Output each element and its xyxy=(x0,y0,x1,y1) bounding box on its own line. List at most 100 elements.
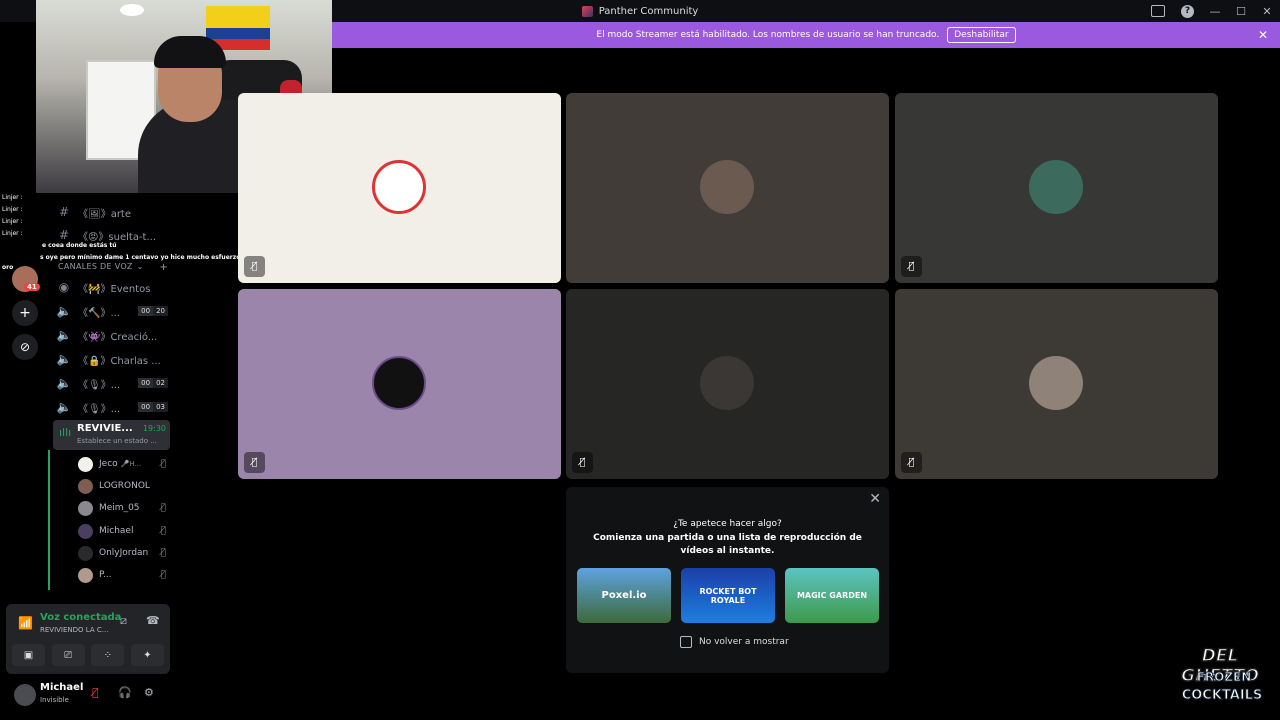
close-window-button[interactable]: ✕ xyxy=(1254,0,1280,22)
avatar xyxy=(78,523,93,539)
avatar xyxy=(1029,160,1083,214)
activity-description: Comienza una partida o una lista de repr… xyxy=(593,533,862,556)
app-root: Panther Community ? — ☐ ✕ El modo Stream… xyxy=(0,0,1280,720)
voice-member[interactable]: P... 🎙̸ xyxy=(78,564,172,586)
headphones-icon[interactable]: 🎧 xyxy=(118,686,132,699)
member-name: Meim_05 xyxy=(99,503,140,513)
avatar xyxy=(372,356,426,410)
avatar xyxy=(700,160,754,214)
video-tile[interactable] xyxy=(566,93,889,283)
avatar xyxy=(78,500,93,516)
window-title-text: Panther Community xyxy=(598,5,699,17)
speaker-icon: 🔈 xyxy=(56,400,72,414)
disconnect-icon[interactable]: ☎ xyxy=(146,614,160,627)
screen-share-button[interactable]: ⎚ xyxy=(51,644,85,666)
voice-member[interactable]: Jeco 🎤H... 🎙̸ xyxy=(78,453,172,475)
voice-channel-5[interactable]: 🔈 《🎙》... 00 02 xyxy=(56,372,172,394)
help-icon[interactable]: ? xyxy=(1181,4,1194,18)
chat-line: Linjer : xyxy=(2,218,23,225)
explore-icon[interactable]: ⊘ xyxy=(12,334,38,360)
avatar xyxy=(372,160,426,214)
lamp-shape xyxy=(120,4,144,16)
active-voice-channel[interactable]: ıllı REVIVIE... 19:30 Establece un estad… xyxy=(53,420,170,450)
streamer-mode-banner: El modo Streamer está habilitado. Los no… xyxy=(332,22,1280,48)
sponsor-line3: COCKTAILS xyxy=(1181,688,1263,704)
voice-channel-creacion[interactable]: 🔈 《👾》Creació... xyxy=(56,324,172,346)
mic-muted-icon: 🎙̸ xyxy=(244,452,265,473)
voice-status[interactable]: Voz conectada xyxy=(40,612,121,623)
chat-line: Linjer : xyxy=(2,206,23,213)
activities-button[interactable]: ⁘ xyxy=(91,644,125,666)
call-timer: 19:30 xyxy=(142,424,166,433)
user-status: Invisible xyxy=(40,696,69,704)
channel-label: 《🚧》Eventos xyxy=(78,283,151,295)
maximize-button[interactable]: ☐ xyxy=(1228,0,1254,22)
dont-show-checkbox[interactable] xyxy=(680,636,692,648)
voice-channel-6[interactable]: 🔈 《🎙》... 00 03 xyxy=(56,396,172,418)
mic-muted-icon: 🎙̸ xyxy=(160,548,166,558)
user-panel: Michael Invisible 🎙̸ 🎧 ⚙ xyxy=(6,676,170,716)
member-name: OnlyJordan xyxy=(99,548,149,558)
mic-muted-icon[interactable]: 🎙̸ xyxy=(92,686,99,699)
video-tile[interactable]: 🎙̸ xyxy=(895,93,1218,283)
voice-channel-charlas[interactable]: 🔈 《🔒》Charlas ... xyxy=(56,348,172,370)
close-icon[interactable]: ✕ xyxy=(869,491,881,507)
member-name: P... xyxy=(99,570,112,580)
sponsor-logo: DEL GHETTO FROZEN COCKTAILS xyxy=(1166,640,1274,714)
channel-label: 《🎙》... xyxy=(78,403,121,415)
member-tag: 🎤H... xyxy=(120,460,142,468)
sponsor-line2: FROZEN xyxy=(1196,670,1252,685)
voice-member[interactable]: LOGRONOL xyxy=(78,475,172,497)
video-tile[interactable]: 🎙̸ xyxy=(238,93,561,283)
voice-member[interactable]: Meim_05 🎙̸ xyxy=(78,497,172,519)
signal-icon[interactable]: 📶 xyxy=(18,616,33,630)
member-name: Michael xyxy=(99,526,134,536)
set-status-prompt[interactable]: Establece un estado ... xyxy=(77,437,157,445)
voice-member[interactable]: OnlyJordan 🎙̸ xyxy=(78,542,172,564)
member-name: LOGRONOL xyxy=(99,481,150,491)
user-count: 00 03 xyxy=(138,402,168,412)
video-tile[interactable]: 🎙̸ xyxy=(238,289,561,479)
user-count: 00 02 xyxy=(138,378,168,388)
channel-label: 《👾》Creació... xyxy=(78,331,158,343)
activity-question: ¿Te apetece hacer algo? xyxy=(673,519,782,529)
voice-action-buttons: ▣ ⎚ ⁘ ✦ xyxy=(12,644,164,668)
soundboard-button[interactable]: ✦ xyxy=(130,644,164,666)
dont-show-label[interactable]: No volver a mostrar xyxy=(699,637,789,647)
stage-channel-eventos[interactable]: ◉ 《🚧》Eventos xyxy=(56,276,172,298)
noise-suppression-icon[interactable]: ⧄ xyxy=(120,614,127,628)
user-count: 00 20 xyxy=(138,306,168,316)
mic-muted-icon: 🎙̸ xyxy=(901,452,922,473)
user-name: Michael xyxy=(40,682,84,693)
avatar[interactable] xyxy=(14,684,36,706)
gear-icon[interactable]: ⚙ xyxy=(144,686,154,699)
avatar xyxy=(78,478,93,494)
game-rocket-bot-royale[interactable]: ROCKET BOT ROYALE xyxy=(681,568,775,623)
voice-member[interactable]: Michael 🎙̸ xyxy=(78,520,172,542)
stage-icon: ◉ xyxy=(58,280,70,294)
avatar xyxy=(700,356,754,410)
mic-muted-icon: 🎙̸ xyxy=(160,459,166,469)
voice-channel-2[interactable]: 🔈 《🔨》... 00 20 xyxy=(56,300,172,322)
banner-close-icon[interactable]: ✕ xyxy=(1258,28,1268,42)
camera-off-button[interactable]: ▣ xyxy=(12,644,45,666)
speaker-icon: 🔈 xyxy=(56,328,72,342)
voice-connection-panel: 📶 Voz conectada REVIVIENDO LA C... ⧄ ☎ ▣… xyxy=(6,604,170,674)
game-poxel[interactable]: Poxel.io xyxy=(577,568,671,623)
minimize-button[interactable]: — xyxy=(1202,0,1228,22)
mic-muted-icon: 🎙̸ xyxy=(160,570,166,580)
mic-muted-icon: 🎙̸ xyxy=(160,503,166,513)
streamer-cap xyxy=(154,36,226,68)
inbox-icon[interactable] xyxy=(1151,5,1165,17)
notification-badge: 41 xyxy=(24,283,40,291)
add-server-icon[interactable]: + xyxy=(12,300,38,326)
video-tile[interactable]: 🎙̸ xyxy=(566,289,889,479)
disable-streamer-button[interactable]: Deshabilitar xyxy=(947,27,1016,43)
active-channel-name: REVIVIE... xyxy=(77,423,133,434)
mic-muted-icon: 🎙̸ xyxy=(572,452,593,473)
video-tile[interactable]: 🎙̸ xyxy=(895,289,1218,479)
mic-muted-icon: 🎙̸ xyxy=(244,256,265,277)
connected-indicator-line xyxy=(48,450,50,590)
channel-label: 《🔨》... xyxy=(78,307,120,319)
game-magic-garden[interactable]: MAGIC GARDEN xyxy=(785,568,879,623)
